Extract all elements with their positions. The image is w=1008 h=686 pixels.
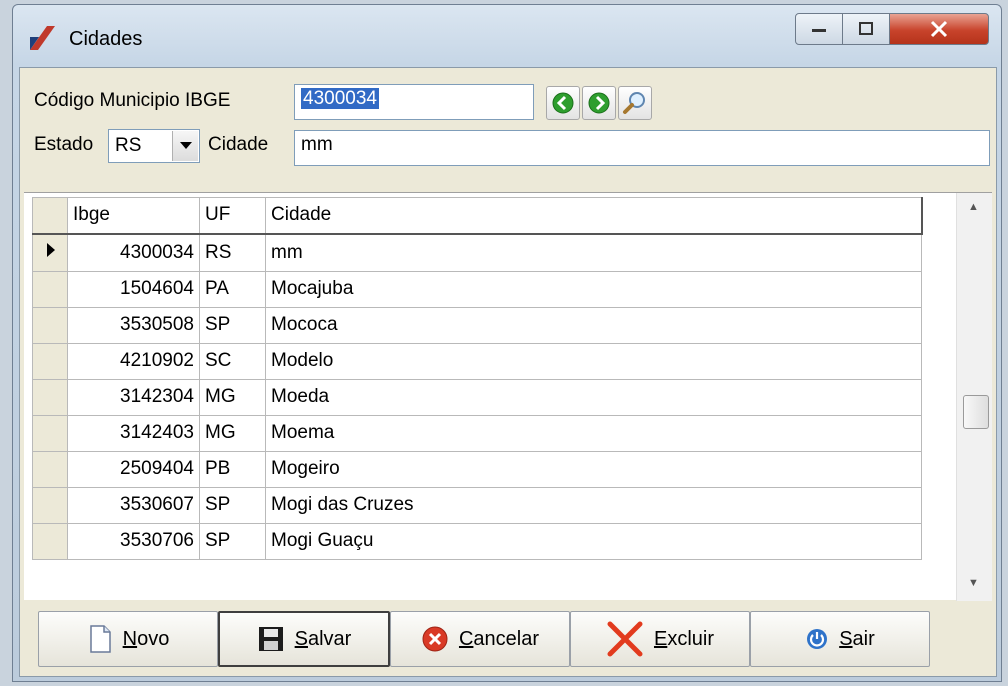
row-indicator[interactable]: [32, 233, 68, 272]
cell-cidade[interactable]: Mocajuba: [265, 270, 922, 308]
app-logo-icon: [30, 26, 55, 50]
magnifier-icon: [623, 92, 645, 114]
cell-ibge[interactable]: 3142403: [67, 414, 200, 452]
row-indicator[interactable]: [32, 414, 68, 452]
cities-grid[interactable]: Ibge UF Cidade 4300034 RS mm 1504604 PA …: [24, 192, 992, 601]
cell-uf[interactable]: SC: [199, 342, 266, 380]
row-indicator[interactable]: [32, 450, 68, 488]
cell-uf[interactable]: SP: [199, 306, 266, 344]
column-header-ibge[interactable]: Ibge: [67, 197, 200, 235]
ibge-value: 4300034: [301, 88, 379, 109]
row-indicator[interactable]: [32, 522, 68, 560]
vertical-scrollbar[interactable]: ▲ ▼: [956, 193, 992, 601]
maximize-button[interactable]: [842, 13, 890, 45]
column-header-uf[interactable]: UF: [199, 197, 266, 235]
novo-button[interactable]: Novo: [38, 611, 218, 667]
column-header-cidade[interactable]: Cidade: [265, 197, 923, 235]
new-document-icon: [89, 625, 111, 653]
table-row[interactable]: 3530706 SP Mogi Guaçu: [32, 522, 922, 560]
estado-select[interactable]: RS: [108, 129, 200, 163]
table-row[interactable]: 3530607 SP Mogi das Cruzes: [32, 486, 922, 524]
cidade-input[interactable]: mm: [294, 130, 990, 166]
ibge-input[interactable]: 4300034: [294, 84, 534, 120]
power-exit-icon: [807, 629, 828, 649]
excluir-label: Excluir: [653, 627, 714, 650]
green-arrow-left-icon: [552, 92, 574, 114]
cell-uf[interactable]: SP: [199, 522, 266, 560]
table-row[interactable]: 3142304 MG Moeda: [32, 378, 922, 416]
cell-cidade[interactable]: Mogi das Cruzes: [265, 486, 922, 524]
cell-cidade[interactable]: Mogeiro: [265, 450, 922, 488]
cell-ibge[interactable]: 2509404: [67, 450, 200, 488]
cell-cidade[interactable]: Moema: [265, 414, 922, 452]
sair-button[interactable]: Sair: [750, 611, 930, 667]
row-indicator[interactable]: [32, 270, 68, 308]
search-button[interactable]: [618, 86, 652, 120]
salvar-button[interactable]: Salvar: [218, 611, 390, 667]
scroll-thumb[interactable]: [963, 395, 989, 429]
title-bar[interactable]: Cidades: [13, 5, 1001, 67]
green-arrow-right-icon: [588, 92, 610, 114]
row-indicator[interactable]: [32, 306, 68, 344]
cell-uf[interactable]: MG: [199, 414, 266, 452]
cell-ibge[interactable]: 3530607: [67, 486, 200, 524]
cell-cidade[interactable]: Mococa: [265, 306, 922, 344]
cancelar-button[interactable]: Cancelar: [390, 611, 570, 667]
estado-label: Estado: [34, 134, 94, 155]
grid-header-row: Ibge UF Cidade: [32, 197, 923, 235]
row-indicator-header: [32, 197, 68, 235]
cell-uf[interactable]: SP: [199, 486, 266, 524]
row-indicator[interactable]: [32, 486, 68, 524]
next-record-button[interactable]: [582, 86, 616, 120]
close-icon: [930, 20, 948, 38]
cancelar-label: Cancelar: [458, 627, 540, 650]
cell-ibge[interactable]: 4210902: [67, 342, 200, 380]
cell-uf[interactable]: MG: [199, 378, 266, 416]
cell-cidade[interactable]: mm: [265, 233, 922, 272]
cancel-x-circle-icon: [422, 626, 448, 652]
cell-uf[interactable]: PA: [199, 270, 266, 308]
table-row[interactable]: 1504604 PA Mocajuba: [32, 270, 922, 308]
cell-cidade[interactable]: Mogi Guaçu: [265, 522, 922, 560]
cell-ibge[interactable]: 3530706: [67, 522, 200, 560]
table-row[interactable]: 3142403 MG Moema: [32, 414, 922, 452]
close-button[interactable]: [889, 13, 989, 45]
novo-label: Novo: [122, 627, 170, 650]
maximize-icon: [859, 22, 873, 35]
salvar-label: Salvar: [294, 627, 352, 650]
cell-ibge[interactable]: 3530508: [67, 306, 200, 344]
cell-uf[interactable]: PB: [199, 450, 266, 488]
estado-value: RS: [115, 135, 142, 156]
table-row[interactable]: 4210902 SC Modelo: [32, 342, 922, 380]
form-client-area: Código Municipio IBGE 4300034 Estado RS: [19, 67, 997, 677]
scroll-down-icon[interactable]: ▼: [968, 577, 979, 589]
dropdown-arrow-icon[interactable]: [172, 131, 198, 161]
minimize-button[interactable]: [795, 13, 843, 45]
save-disk-icon: [258, 627, 283, 651]
delete-x-icon: [607, 621, 643, 657]
table-row[interactable]: 2509404 PB Mogeiro: [32, 450, 922, 488]
previous-record-button[interactable]: [546, 86, 580, 120]
scroll-up-icon[interactable]: ▲: [968, 201, 979, 213]
minimize-icon: [812, 29, 826, 32]
ibge-label: Código Municipio IBGE: [34, 90, 231, 111]
row-indicator[interactable]: [32, 342, 68, 380]
row-indicator[interactable]: [32, 378, 68, 416]
current-row-arrow-icon: [47, 242, 55, 257]
cell-ibge[interactable]: 3142304: [67, 378, 200, 416]
table-row[interactable]: 4300034 RS mm: [32, 233, 922, 272]
excluir-button[interactable]: Excluir: [570, 611, 750, 667]
cell-cidade[interactable]: Moeda: [265, 378, 922, 416]
cidades-window: Cidades Código Municipio IBGE 4300034 Es…: [12, 4, 1002, 682]
cell-ibge[interactable]: 1504604: [67, 270, 200, 308]
cell-uf[interactable]: RS: [199, 233, 266, 272]
table-row[interactable]: 3530508 SP Mococa: [32, 306, 922, 344]
window-title: Cidades: [69, 28, 143, 50]
sair-label: Sair: [839, 627, 875, 650]
cidade-value: mm: [301, 134, 333, 155]
cidade-label: Cidade: [208, 134, 269, 155]
cell-ibge[interactable]: 4300034: [67, 233, 200, 272]
cell-cidade[interactable]: Modelo: [265, 342, 922, 380]
